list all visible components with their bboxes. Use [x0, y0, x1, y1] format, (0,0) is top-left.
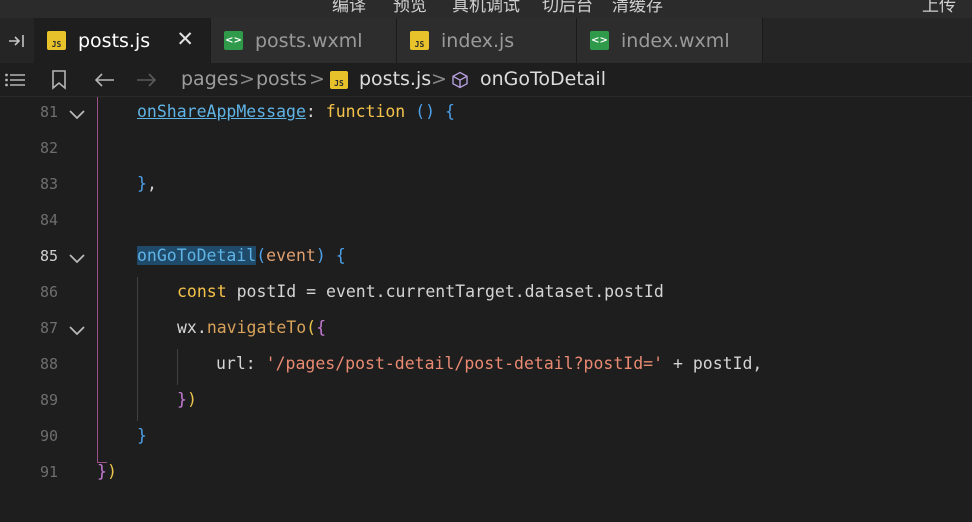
code-text: url: '/pages/post-detail/post-detail?pos… [216, 354, 763, 373]
code-text: wx.navigateTo({ [177, 318, 327, 337]
js-file-icon: JS [410, 31, 429, 50]
tab-label: posts.wxml [255, 29, 363, 52]
arrow-into-bar-icon[interactable] [0, 18, 34, 63]
line-number: 85 [39, 247, 58, 265]
line-number: 89 [39, 391, 58, 409]
js-file-icon: JS [330, 71, 348, 89]
code-text: const postId = event.currentTarget.datas… [177, 282, 664, 301]
tab-label: index.js [441, 29, 515, 52]
code-line[interactable]: 90} [0, 421, 972, 457]
code-editor[interactable]: 81 onShareAppMessage: function () { 82 83},… [0, 97, 972, 522]
code-text: onGoToDetail(event) { [137, 246, 346, 265]
toolbar-preview[interactable]: 预览 [393, 0, 427, 16]
toolbar-background[interactable]: 切后台 [542, 0, 593, 16]
code-line[interactable]: 87 wx.navigateTo({ [0, 313, 972, 349]
toolbar-clear-cache[interactable]: 清缓存 [612, 0, 663, 16]
code-line[interactable]: 84 [0, 205, 972, 241]
editor-tab-bar: JS posts.js ✕ <> posts.wxml JS index.js … [0, 18, 972, 63]
breadcrumb-separator: > [239, 68, 255, 90]
code-text: } [137, 426, 147, 445]
tab-label: posts.js [78, 29, 151, 52]
breadcrumb-segment-file[interactable]: posts.js [359, 68, 431, 90]
code-line[interactable]: 88 url: '/pages/post-detail/post-detail?p… [0, 349, 972, 385]
arrow-left-icon[interactable] [90, 63, 118, 97]
code-text: }, [137, 174, 157, 193]
code-line[interactable]: 86 const postId = event.currentTarget.dat… [0, 277, 972, 313]
line-number: 87 [39, 319, 58, 337]
code-line[interactable]: 83}, [0, 169, 972, 205]
line-number: 81 [39, 103, 58, 121]
line-number: 84 [39, 211, 58, 229]
toolbar-compile[interactable]: 编译 [332, 0, 366, 16]
tab-posts-js[interactable]: JS posts.js ✕ [34, 18, 211, 63]
code-line[interactable]: 91}) [0, 457, 972, 493]
list-icon[interactable] [0, 63, 30, 97]
chevron-down-icon[interactable] [66, 103, 88, 125]
arrow-right-icon[interactable] [133, 63, 161, 97]
cube-icon [452, 71, 468, 89]
js-file-icon: JS [47, 31, 66, 50]
top-toolbar: 编译 预览 真机调试 切后台 清缓存 上传 [0, 0, 972, 18]
breadcrumb-segment-posts[interactable]: posts [256, 68, 307, 90]
breadcrumb-separator: > [431, 68, 447, 90]
code-text: }) [177, 390, 197, 409]
chevron-down-icon[interactable] [66, 319, 88, 341]
tab-index-wxml[interactable]: <> index.wxml [577, 18, 763, 63]
breadcrumb-segment-pages[interactable]: pages [181, 68, 238, 90]
line-number: 83 [39, 175, 58, 193]
tab-posts-wxml[interactable]: <> posts.wxml [211, 18, 397, 63]
toolbar-upload[interactable]: 上传 [922, 0, 956, 16]
code-text: }) [97, 462, 117, 481]
line-number: 88 [39, 355, 58, 373]
code-text: onShareAppMessage: function () { [137, 102, 455, 121]
line-number: 82 [39, 139, 58, 157]
breadcrumb: pages > posts > JS posts.js > onGoToDeta… [0, 63, 972, 97]
line-number: 91 [39, 463, 58, 481]
bookmark-icon[interactable] [46, 63, 72, 97]
chevron-down-icon[interactable] [66, 247, 88, 269]
line-number: 86 [39, 283, 58, 301]
breadcrumb-separator: > [309, 68, 325, 90]
code-line[interactable]: 85 onGoToDetail(event) { [0, 241, 972, 277]
close-icon[interactable]: ✕ [176, 29, 194, 50]
line-number: 90 [39, 427, 58, 445]
toolbar-remote-debug[interactable]: 真机调试 [452, 0, 520, 16]
code-line[interactable]: 82 [0, 133, 972, 169]
wxml-file-icon: <> [590, 31, 609, 50]
tab-index-js[interactable]: JS index.js [397, 18, 577, 63]
wxml-file-icon: <> [224, 31, 243, 50]
code-line[interactable]: 81 onShareAppMessage: function () { [0, 97, 972, 133]
breadcrumb-segment-symbol[interactable]: onGoToDetail [480, 68, 606, 90]
code-line[interactable]: 89}) [0, 385, 972, 421]
tab-label: index.wxml [621, 29, 730, 52]
